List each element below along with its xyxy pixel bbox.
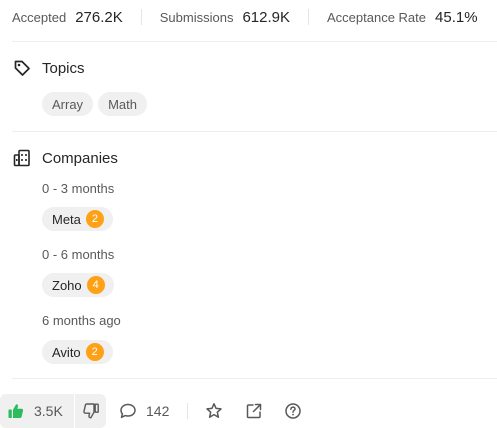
tag-icon [12, 58, 32, 78]
accepted-stat: Accepted 276.2K [12, 9, 123, 26]
topics-header[interactable]: Topics [12, 58, 85, 78]
section-divider [12, 378, 497, 379]
companies-header[interactable]: Companies [12, 148, 118, 168]
help-icon [285, 403, 301, 419]
stats-row: Accepted 276.2K Submissions 612.9K Accep… [0, 0, 497, 34]
stat-divider [308, 9, 309, 25]
period-label: 0 - 6 months [42, 247, 115, 262]
building-icon [12, 148, 32, 168]
company-count-badge: 2 [85, 210, 104, 228]
companies-title: Companies [42, 149, 118, 167]
comments-button[interactable]: 142 [119, 394, 169, 428]
submissions-value: 612.9K [242, 8, 290, 26]
stat-divider [140, 9, 142, 25]
upvote-count: 3.5K [34, 403, 63, 419]
vote-group: 3.5K [0, 394, 106, 428]
comment-count: 142 [146, 403, 170, 419]
action-bar: 3.5K 142 [0, 394, 497, 428]
period-label: 6 months ago [42, 313, 121, 328]
submissions-stat: Submissions 612.9K [160, 9, 290, 26]
action-separator [187, 403, 188, 419]
company-count-badge: 2 [85, 343, 104, 361]
company-tag-avito[interactable]: Avito 2 [42, 340, 113, 364]
downvote-button[interactable] [75, 394, 106, 428]
accepted-value: 276.2K [75, 8, 123, 26]
topic-tags: Array Math [42, 92, 147, 116]
favorite-button[interactable] [205, 394, 223, 428]
thumbs-down-icon [82, 403, 99, 419]
acceptance-stat: Acceptance Rate 45.1% [327, 9, 478, 26]
acceptance-value: 45.1% [435, 8, 478, 26]
accepted-label: Accepted [12, 9, 67, 25]
company-name: Zoho [52, 277, 82, 293]
company-name: Avito [52, 344, 81, 360]
topic-tag-array[interactable]: Array [42, 92, 94, 116]
help-button[interactable] [284, 394, 302, 428]
comment-icon [120, 403, 136, 419]
company-tag-zoho[interactable]: Zoho 4 [42, 273, 114, 297]
topics-title: Topics [42, 59, 85, 77]
section-divider [12, 131, 497, 132]
share-button[interactable] [245, 394, 263, 428]
acceptance-label: Acceptance Rate [327, 9, 427, 25]
submissions-label: Submissions [159, 9, 234, 25]
company-tag-meta[interactable]: Meta 2 [42, 207, 113, 231]
star-icon [206, 403, 222, 418]
topic-tag-math[interactable]: Math [98, 92, 147, 116]
thumbs-up-icon [8, 404, 24, 418]
company-count-badge: 4 [86, 276, 105, 294]
period-label: 0 - 3 months [42, 181, 115, 196]
share-icon [246, 403, 262, 419]
upvote-button[interactable]: 3.5K [0, 394, 74, 428]
company-name: Meta [52, 211, 81, 227]
section-divider [12, 41, 497, 42]
